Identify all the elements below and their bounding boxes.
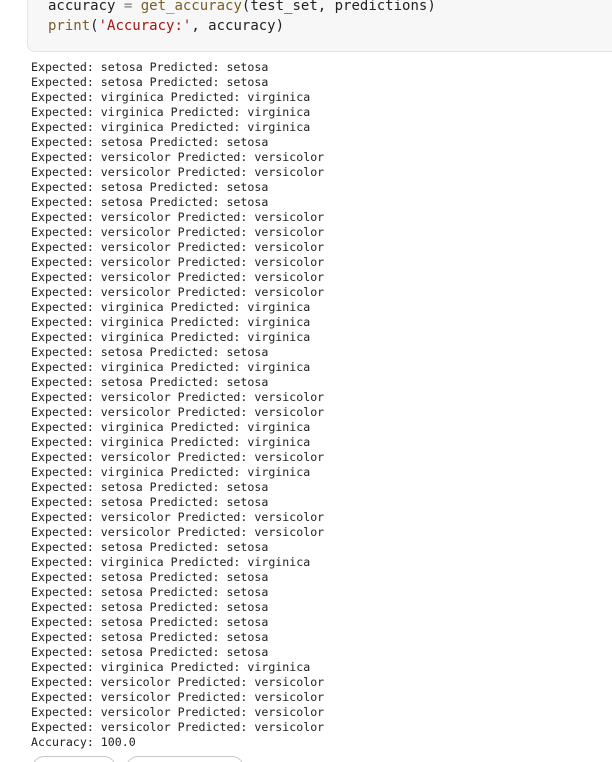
output-line: Expected: versicolor Predicted: versicol… [31,675,325,689]
output-line: Expected: setosa Predicted: setosa [31,135,269,149]
output-line: Expected: versicolor Predicted: versicol… [31,525,325,539]
add-code-button[interactable] [32,756,116,762]
output-line: Expected: virginica Predicted: virginica [31,465,311,479]
output-line: Expected: versicolor Predicted: versicol… [31,225,325,239]
output-line: Expected: setosa Predicted: setosa [31,75,269,89]
output-line: Expected: virginica Predicted: virginica [31,90,311,104]
output-line: Expected: virginica Predicted: virginica [31,315,311,329]
output-line: Expected: versicolor Predicted: versicol… [31,240,325,254]
output-line: Expected: versicolor Predicted: versicol… [31,255,325,269]
code-token-string: 'Accuracy:' [98,18,192,34]
output-line: Expected: versicolor Predicted: versicol… [31,690,325,704]
output-line: Expected: versicolor Predicted: versicol… [31,270,325,284]
output-line: Expected: versicolor Predicted: versicol… [31,705,325,719]
code-token-variable: accuracy [48,0,116,14]
cell-output: Expected: setosa Predicted: setosa Expect… [31,60,591,750]
output-line: Expected: virginica Predicted: virginica [31,120,311,134]
code-token-args: (test_set, predictions) [241,0,436,14]
code-token-function: get_accuracy [140,0,242,14]
code-line-2: print('Accuracy:', accuracy) [48,17,284,35]
output-line: Expected: setosa Predicted: setosa [31,540,269,554]
accuracy-output-line: Accuracy: 100.0 [31,735,136,749]
output-line: Expected: versicolor Predicted: versicol… [31,165,325,179]
output-line: Expected: virginica Predicted: virginica [31,660,311,674]
output-line: Expected: setosa Predicted: setosa [31,480,269,494]
code-cell-input[interactable]: accuracy = get_accuracy(test_set, predic… [27,0,612,52]
output-line: Expected: setosa Predicted: setosa [31,195,269,209]
output-line: Expected: versicolor Predicted: versicol… [31,720,325,734]
output-line: Expected: versicolor Predicted: versicol… [31,510,325,524]
code-token-args: , accuracy) [191,18,285,34]
output-line: Expected: setosa Predicted: setosa [31,630,269,644]
notebook-page: accuracy = get_accuracy(test_set, predic… [0,0,612,762]
code-token-paren: ( [90,18,99,34]
output-line: Expected: virginica Predicted: virginica [31,555,311,569]
output-line: Expected: setosa Predicted: setosa [31,615,269,629]
output-line: Expected: virginica Predicted: virginica [31,420,311,434]
output-line: Expected: setosa Predicted: setosa [31,645,269,659]
output-line: Expected: virginica Predicted: virginica [31,105,311,119]
output-line: Expected: setosa Predicted: setosa [31,375,269,389]
code-line-1: accuracy = get_accuracy(test_set, predic… [48,0,436,15]
output-line: Expected: versicolor Predicted: versicol… [31,285,325,299]
code-token-operator: = [115,0,141,14]
output-line: Expected: virginica Predicted: virginica [31,300,311,314]
output-line: Expected: versicolor Predicted: versicol… [31,450,325,464]
output-line: Expected: virginica Predicted: virginica [31,435,311,449]
code-token-function: print [48,18,91,34]
output-line: Expected: versicolor Predicted: versicol… [31,405,325,419]
output-line: Expected: virginica Predicted: virginica [31,330,311,344]
add-text-button[interactable] [126,756,244,762]
output-line: Expected: setosa Predicted: setosa [31,60,269,74]
output-line: Expected: setosa Predicted: setosa [31,585,269,599]
output-line: Expected: setosa Predicted: setosa [31,345,269,359]
output-line: Expected: setosa Predicted: setosa [31,495,269,509]
output-line: Expected: setosa Predicted: setosa [31,570,269,584]
output-line: Expected: versicolor Predicted: versicol… [31,390,325,404]
output-line: Expected: setosa Predicted: setosa [31,180,269,194]
output-line: Expected: setosa Predicted: setosa [31,600,269,614]
output-line: Expected: virginica Predicted: virginica [31,360,311,374]
output-line: Expected: versicolor Predicted: versicol… [31,210,325,224]
output-line: Expected: versicolor Predicted: versicol… [31,150,325,164]
